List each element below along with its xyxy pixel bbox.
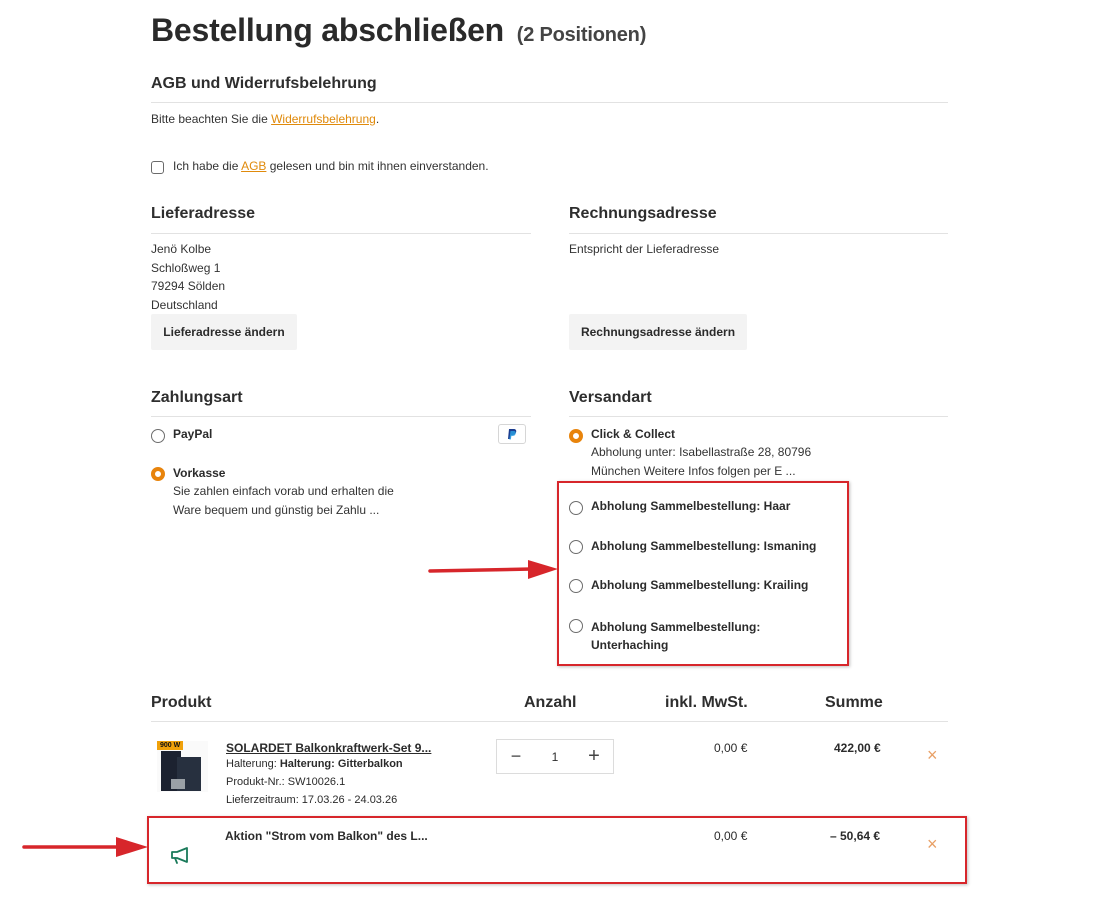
paypal-icon (498, 424, 526, 444)
agb-notice: Bitte beachten Sie die Widerrufsbelehrun… (151, 112, 380, 126)
divider (569, 416, 948, 417)
desc-line: Sie zahlen einfach vorab und erhalten di… (173, 484, 394, 498)
page-title: Bestellung abschließen (2 Positionen) (151, 12, 646, 49)
inverter-shape (171, 779, 185, 789)
annotation-box-promo (147, 816, 967, 884)
agb-checkbox-label: Ich habe die AGB gelesen und bin mit ihn… (173, 159, 489, 173)
annotation-arrow-icon (428, 560, 558, 579)
col-header-quantity: Anzahl (524, 694, 577, 711)
payment-vorkasse-radio[interactable] (151, 467, 165, 481)
item-vat: 0,00 € (714, 741, 748, 755)
divider (151, 102, 948, 103)
desc-line: München Weitere Infos folgen per E ... (591, 463, 796, 478)
payment-paypal-radio[interactable] (151, 429, 165, 443)
divider (569, 233, 948, 234)
payment-heading: Zahlungsart (151, 389, 243, 406)
divider (151, 233, 531, 234)
desc-line: Ware bequem und günstig bei Zahlu ... (173, 502, 380, 517)
withdrawal-link[interactable]: Widerrufsbelehrung (271, 112, 376, 126)
payment-vorkasse-desc: Sie zahlen einfach vorab und erhalten di… (173, 482, 394, 519)
agb-link[interactable]: AGB (241, 159, 266, 173)
agb-checkbox[interactable] (151, 161, 164, 174)
col-header-sum: Summe (825, 694, 883, 711)
shipping-click-collect-radio[interactable] (569, 429, 583, 443)
divider (151, 721, 948, 722)
address-line: Jenö Kolbe (151, 242, 212, 256)
quantity-stepper[interactable]: − 1 + (496, 739, 614, 774)
divider (151, 416, 531, 417)
address-line: Deutschland (151, 297, 218, 312)
product-badge: 900 W (157, 741, 184, 750)
delivery-address: Jenö Kolbe Schloßweg 1 79294 Sölden Deut… (151, 240, 225, 314)
change-billing-address-button[interactable]: Rechnungsadresse ändern (569, 314, 747, 350)
product-sku: Produkt-Nr.: SW10026.1 (226, 776, 346, 788)
col-header-vat: inkl. MwSt. (665, 694, 748, 711)
agb-heading: AGB und Widerrufsbelehrung (151, 75, 377, 92)
quantity-value[interactable]: 1 (552, 750, 559, 764)
product-delivery-period: Lieferzeitraum: 17.03.26 - 24.03.26 (226, 794, 398, 806)
delivery-heading: Lieferadresse (151, 205, 256, 222)
col-header-product: Produkt (151, 694, 212, 711)
annotation-box-shipping (557, 481, 849, 666)
product-name-link[interactable]: SOLARDET Balkonkraftwerk-Set 9... (226, 741, 431, 755)
shipping-click-collect-label[interactable]: Click & Collect (591, 427, 675, 441)
desc-line: Abholung unter: Isabellastraße 28, 80796 (591, 445, 812, 459)
billing-heading: Rechnungsadresse (569, 205, 717, 222)
paypal-logo-icon (508, 428, 517, 439)
billing-address-text: Entspricht der Lieferadresse (569, 242, 720, 256)
shipping-click-collect-desc: Abholung unter: Isabellastraße 28, 80796… (591, 443, 811, 480)
address-line: 79294 Sölden (151, 279, 226, 293)
payment-vorkasse-label[interactable]: Vorkasse (173, 466, 225, 480)
increase-quantity-button[interactable]: + (575, 745, 613, 768)
decrease-quantity-button[interactable]: − (497, 746, 535, 767)
shipping-heading: Versandart (569, 389, 652, 406)
annotation-arrow-icon (22, 837, 148, 857)
change-delivery-address-button[interactable]: Lieferadresse ändern (151, 314, 297, 350)
address-line: Schloßweg 1 (151, 260, 221, 275)
product-image[interactable]: 900 W (157, 741, 208, 792)
page-title-text: Bestellung abschließen (151, 12, 505, 48)
item-sum: 422,00 € (834, 741, 881, 755)
product-attribute: Halterung: Halterung: Gitterbalkon (226, 758, 403, 770)
payment-paypal-label[interactable]: PayPal (173, 427, 212, 441)
remove-item-button[interactable]: × (927, 746, 938, 764)
position-count: (2 Positionen) (516, 24, 647, 46)
